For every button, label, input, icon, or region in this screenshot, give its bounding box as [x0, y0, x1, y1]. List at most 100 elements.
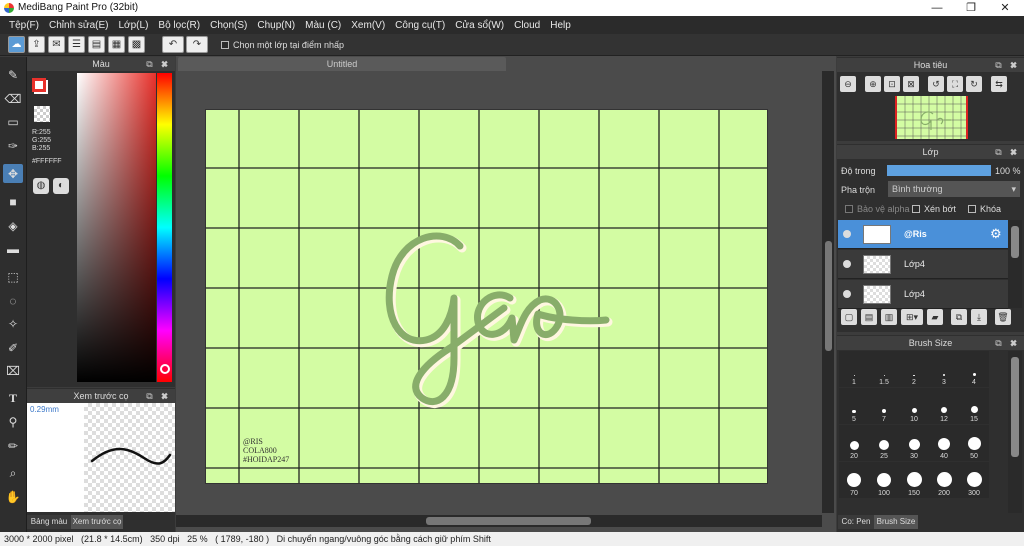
protect-alpha-checkbox[interactable]	[845, 205, 853, 213]
panel-controls-icon[interactable]: ⧉ ✖	[146, 389, 171, 403]
brush-size-scrollbar[interactable]	[1008, 351, 1022, 513]
lock-option[interactable]: Khóa	[968, 204, 1001, 214]
hand-tool-icon[interactable]: ✋	[3, 487, 23, 506]
select-layer-checkbox[interactable]	[221, 41, 229, 49]
cloud-icon[interactable]: ☁	[8, 36, 25, 53]
upload-icon[interactable]: ⇪	[28, 36, 45, 53]
redo-icon[interactable]: ↷	[186, 36, 208, 53]
blur-tool-icon[interactable]: ✏	[3, 436, 23, 455]
panel-controls-icon[interactable]: ⧉ ✖	[995, 336, 1020, 350]
canvas-horizontal-scrollbar[interactable]	[176, 515, 822, 527]
minimize-button[interactable]: —	[920, 0, 954, 16]
layer-scrollbar[interactable]	[1008, 220, 1022, 308]
new-layer-icon[interactable]: ▢	[841, 309, 857, 325]
eraser-tool-icon[interactable]: ⌫	[3, 89, 23, 108]
saturation-value-picker[interactable]	[77, 73, 156, 382]
hue-handle[interactable]	[160, 364, 170, 374]
eyedropper-icon[interactable]: ⌕	[3, 464, 23, 483]
brush-size-option[interactable]: 150	[899, 462, 929, 498]
menu-edit[interactable]: Chỉnh sửa(E)	[44, 20, 114, 31]
visibility-icon[interactable]	[843, 290, 851, 298]
transparent-swatch[interactable]	[34, 106, 50, 122]
brush-size-option[interactable]: 50	[959, 425, 989, 461]
visibility-icon[interactable]	[843, 230, 851, 238]
undo-icon[interactable]: ↶	[162, 36, 184, 53]
hue-slider[interactable]	[157, 73, 172, 382]
gradient-tool-icon[interactable]: ▬	[3, 239, 23, 258]
brush-size-option[interactable]: 20	[839, 425, 869, 461]
fit-icon[interactable]: ⊡	[884, 76, 900, 92]
brush-size-option[interactable]: 25	[869, 425, 899, 461]
brush-size-scroll-thumb[interactable]	[1011, 357, 1019, 457]
menu-tools[interactable]: Công cụ(T)	[390, 20, 450, 31]
folder-icon[interactable]: ▰	[927, 309, 943, 325]
brush-size-option[interactable]: 300	[959, 462, 989, 498]
brush-size-option[interactable]: 1	[839, 351, 869, 387]
operation-tool-icon[interactable]: ⚲	[3, 412, 23, 431]
menu-cloud[interactable]: Cloud	[509, 20, 545, 31]
navigator-thumbnail[interactable]	[895, 96, 968, 139]
rotate-left-icon[interactable]: ↺	[928, 76, 944, 92]
lasso-select-icon[interactable]: ◌	[3, 291, 23, 310]
canvas-vscroll-thumb[interactable]	[825, 241, 832, 351]
brush-size-option[interactable]: 5	[839, 388, 869, 424]
brush-size-option[interactable]: 7	[869, 388, 899, 424]
rotate-right-icon[interactable]: ↻	[966, 76, 982, 92]
layer-item[interactable]: Lớp4	[838, 280, 1008, 309]
brush-size-option[interactable]: 2	[899, 351, 929, 387]
merge-layer-icon[interactable]: ⤓	[971, 309, 987, 325]
flip-icon[interactable]: ⇆	[991, 76, 1007, 92]
layer-scroll-thumb[interactable]	[1011, 226, 1019, 258]
canvas-vertical-scrollbar[interactable]	[822, 71, 834, 513]
fill-rect-tool-icon[interactable]: ■	[3, 192, 23, 211]
rectangle-tool-icon[interactable]: ▭	[3, 112, 23, 131]
foreground-color-swatch[interactable]	[32, 78, 46, 92]
panel-controls-icon[interactable]: ⧉ ✖	[995, 58, 1020, 72]
panel-controls-icon[interactable]: ⧉ ✖	[146, 57, 171, 71]
zoom-in-icon[interactable]: ⊕	[865, 76, 881, 92]
menu-color[interactable]: Màu (C)	[300, 20, 346, 31]
tab-pen[interactable]: Co: Pen	[838, 515, 874, 529]
drawing-canvas[interactable]: @RIS COLA800 #HOIDAP247	[205, 109, 768, 484]
layer-item[interactable]: Lớp4	[838, 250, 1008, 279]
brush-size-option[interactable]: 4	[959, 351, 989, 387]
page-manager-icon[interactable]: ▦	[108, 36, 125, 53]
magic-wand-icon[interactable]: ✧	[3, 314, 23, 333]
menu-file[interactable]: Tệp(F)	[4, 20, 44, 31]
pen-tool-icon[interactable]: ✎	[3, 65, 23, 84]
page-icon[interactable]: ▤	[88, 36, 105, 53]
opacity-slider[interactable]	[887, 165, 991, 176]
palette-add-icon[interactable]: ◐	[53, 178, 69, 194]
add-layer-menu-icon[interactable]: ⊞▾	[901, 309, 923, 325]
menu-filter[interactable]: Bộ lọc(R)	[153, 20, 205, 31]
menu-view[interactable]: Xem(V)	[346, 20, 390, 31]
brush-size-option[interactable]: 30	[899, 425, 929, 461]
brush-size-option[interactable]: 10	[899, 388, 929, 424]
correction-pen-icon[interactable]: ✑	[3, 136, 23, 155]
clipping-checkbox[interactable]	[912, 205, 920, 213]
brush-size-option[interactable]: 15	[959, 388, 989, 424]
brush-size-option[interactable]: 12	[929, 388, 959, 424]
new-8bit-layer-icon[interactable]: ▥	[881, 309, 897, 325]
brush-size-option[interactable]: 200	[929, 462, 959, 498]
select-pen-icon[interactable]: ✐	[3, 338, 23, 357]
text-tool-icon[interactable]: T	[3, 389, 23, 408]
menu-layer[interactable]: Lớp(L)	[114, 20, 154, 31]
delete-layer-icon[interactable]: 🗑	[995, 309, 1011, 325]
move-tool-icon[interactable]: ✥	[3, 164, 23, 183]
select-eraser-icon[interactable]: ⌧	[3, 361, 23, 380]
gear-icon[interactable]: ⚙	[990, 226, 1002, 242]
layer-item[interactable]: @Ris ⚙	[838, 220, 1008, 249]
canvas-hscroll-thumb[interactable]	[426, 517, 591, 525]
close-button[interactable]: ✕	[988, 0, 1022, 16]
clipping-option[interactable]: Xén bớt	[912, 204, 956, 214]
maximize-button[interactable]: ❐	[954, 0, 988, 16]
brush-size-option[interactable]: 1.5	[869, 351, 899, 387]
menu-snap[interactable]: Chụp(N)	[252, 20, 300, 31]
brush-size-option[interactable]: 40	[929, 425, 959, 461]
share-icon[interactable]: ☰	[68, 36, 85, 53]
visibility-icon[interactable]	[843, 260, 851, 268]
duplicate-layer-icon[interactable]: ⧉	[951, 309, 967, 325]
tab-brush-size[interactable]: Brush Size	[874, 515, 918, 529]
tab-palette[interactable]: Bảng màu	[27, 515, 71, 529]
